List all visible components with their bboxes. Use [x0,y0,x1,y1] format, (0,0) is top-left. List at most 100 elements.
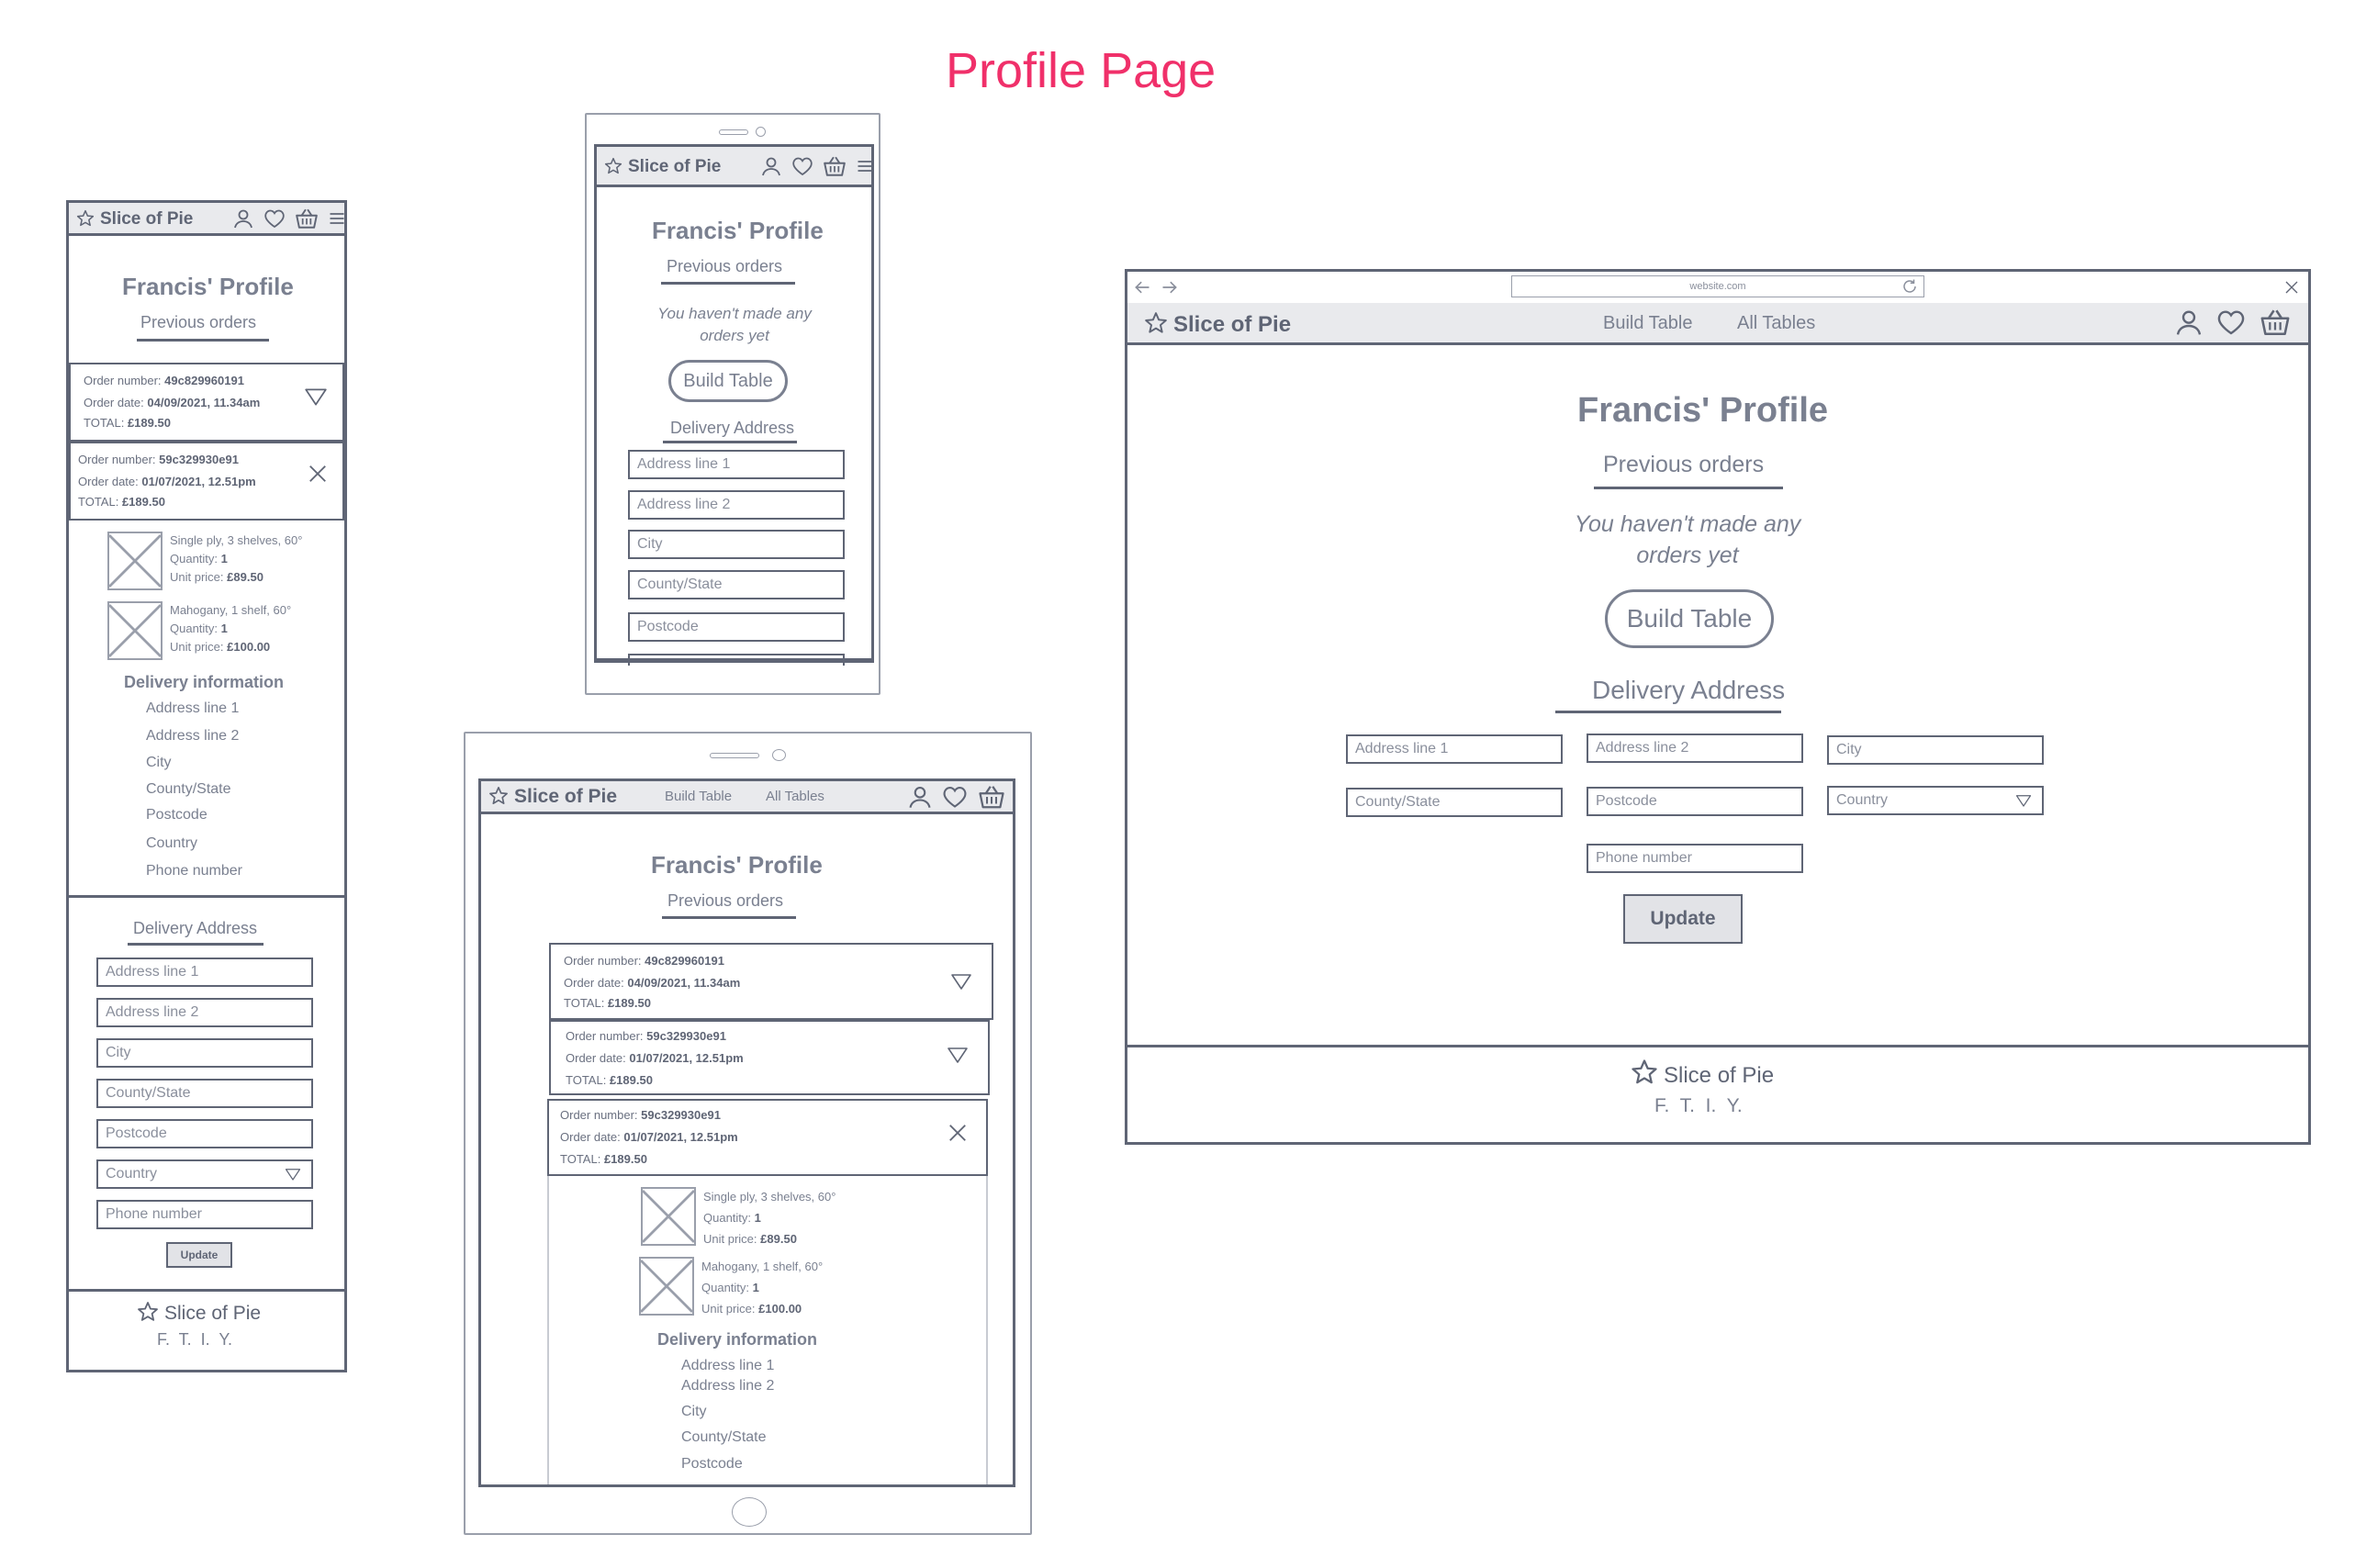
profile-title: Francis' Profile [651,851,823,879]
menu-icon[interactable] [856,157,874,175]
chevron-down-icon [284,1166,302,1182]
address-line-1-input[interactable]: Address line 1 [1346,734,1563,764]
mobile-wireframe: Slice of Pie Francis' Profile Previous o… [66,200,347,1372]
basket-icon[interactable] [2259,307,2292,338]
order-item: Mahogany, 1 shelf, 60° Quantity: 1 Unit … [170,603,292,655]
close-icon[interactable] [308,464,328,484]
delivery-info-line: City [681,1404,707,1419]
delivery-info-line: Country [146,835,198,851]
address-line-2-input[interactable]: Address line 2 [96,998,313,1027]
phone-number-input[interactable]: Phone number [1587,844,1803,873]
profile-title: Francis' Profile [122,273,294,300]
address-line-2-input[interactable]: Address line 2 [628,490,845,520]
nav-icons [760,154,874,178]
country-select[interactable]: Country [96,1159,313,1189]
delivery-info-line: Postcode [146,807,207,823]
postcode-input[interactable]: Postcode [628,612,845,642]
county-state-input[interactable]: County/State [96,1079,313,1108]
previous-orders-heading: Previous orders [140,313,257,331]
city-input[interactable]: City [1827,735,2044,765]
tablet-navbar: Slice of Pie Build Table All Tables [481,781,1013,814]
desktop-navbar: Slice of Pie Build Table All Tables [1127,303,2308,345]
previous-orders-heading: Previous orders [667,257,783,275]
profile-title: Francis' Profile [1577,391,1829,430]
basket-icon[interactable] [977,783,1006,811]
tablet-wireframe: Slice of Pie Build Table All Tables Fran… [478,778,1015,1487]
order-card[interactable]: Order number: 59c329930e91 Order date: 0… [69,442,344,521]
build-table-button[interactable]: Build Table [668,360,788,402]
nav-icons [2174,307,2292,338]
address-line-1-input[interactable]: Address line 1 [96,958,313,987]
heart-icon[interactable] [2216,308,2246,337]
menu-icon[interactable] [328,209,346,228]
heart-icon[interactable] [264,207,286,230]
page-title: Profile Page [946,43,1217,98]
chevron-down-icon[interactable] [949,970,973,992]
user-icon[interactable] [907,784,933,810]
delivery-info-line: County/State [681,1429,767,1445]
footer-social-links[interactable]: F. T. I. Y. [1654,1095,1743,1117]
forward-arrow-icon[interactable] [1161,278,1179,297]
build-table-button[interactable]: Build Table [1605,589,1774,648]
county-state-input[interactable]: County/State [628,570,845,599]
postcode-input[interactable]: Postcode [1587,787,1803,816]
nav-all-tables[interactable]: All Tables [766,789,824,804]
order-item: Single ply, 3 shelves, 60° Quantity: 1 U… [703,1190,836,1246]
profile-title: Francis' Profile [652,217,824,244]
browser-url-bar[interactable]: website.com [1511,275,1924,297]
brand-logo[interactable]: Slice of Pie [604,157,721,177]
previous-orders-heading: Previous orders [1603,452,1765,477]
footer: Slice of Pie F. T. I. Y. [1127,1045,2308,1142]
brand-logo[interactable]: Slice of Pie [1144,311,1291,338]
chevron-down-icon[interactable] [304,385,328,409]
delivery-info-line: Address line 2 [681,1378,775,1394]
product-image [107,532,163,590]
footer-social-links[interactable]: F. T. I. Y. [157,1330,232,1350]
previous-orders-heading: Previous orders [667,891,784,910]
update-button[interactable]: Update [1623,894,1743,944]
user-icon[interactable] [760,155,782,177]
city-input[interactable]: City [628,530,845,559]
brand-logo[interactable]: Slice of Pie [488,786,617,808]
delivery-info-line: Address line 1 [146,700,240,716]
no-orders-message: You haven't made any orders yet [1574,511,1801,568]
address-line-2-input[interactable]: Address line 2 [1587,734,1803,763]
chevron-down-icon[interactable] [946,1044,970,1066]
update-button[interactable]: Update [166,1242,232,1268]
heart-icon[interactable] [791,155,813,177]
county-state-input[interactable]: County/State [1346,788,1563,817]
basket-icon[interactable] [823,154,847,178]
nav-build-table[interactable]: Build Table [665,789,732,804]
order-item: Single ply, 3 shelves, 60° Quantity: 1 U… [170,533,303,585]
nav-all-tables[interactable]: All Tables [1737,313,1815,334]
reload-icon[interactable] [1901,278,1918,295]
browser-chrome: website.com [1127,272,2308,304]
heart-icon[interactable] [942,784,968,810]
city-input[interactable]: City [96,1038,313,1068]
star-icon [1144,311,1168,335]
basket-icon[interactable] [295,207,319,230]
nav-icons [232,207,346,230]
nav-icons [907,783,1006,811]
close-window-icon[interactable] [2284,280,2299,295]
brand-logo[interactable]: Slice of Pie [76,209,193,230]
order-card[interactable]: Order number: 59c329930e91 Order date: 0… [549,1020,990,1095]
order-card[interactable]: Order number: 59c329930e91 Order date: 0… [547,1099,988,1176]
delivery-info-line: Address line 2 [146,728,240,744]
close-icon[interactable] [948,1123,968,1143]
delivery-address-heading: Delivery Address [1592,676,1786,704]
country-select[interactable]: Country [1827,786,2044,815]
address-line-1-input[interactable]: Address line 1 [628,450,845,479]
phone-number-input[interactable]: Phone number [96,1200,313,1229]
back-arrow-icon[interactable] [1133,278,1151,297]
order-card[interactable]: Order number: 49c829960191 Order date: 0… [549,943,993,1020]
user-icon[interactable] [232,207,254,230]
user-icon[interactable] [2174,308,2204,337]
footer: Slice of Pie F. T. I. Y. [69,1289,344,1370]
postcode-input[interactable]: Postcode [96,1119,313,1148]
star-icon [1631,1058,1658,1086]
delivery-info-line: County/State [146,781,231,797]
order-item: Mahogany, 1 shelf, 60° Quantity: 1 Unit … [701,1260,824,1316]
order-card[interactable]: Order number: 49c829960191 Order date: 0… [69,363,344,442]
nav-build-table[interactable]: Build Table [1603,313,1692,334]
